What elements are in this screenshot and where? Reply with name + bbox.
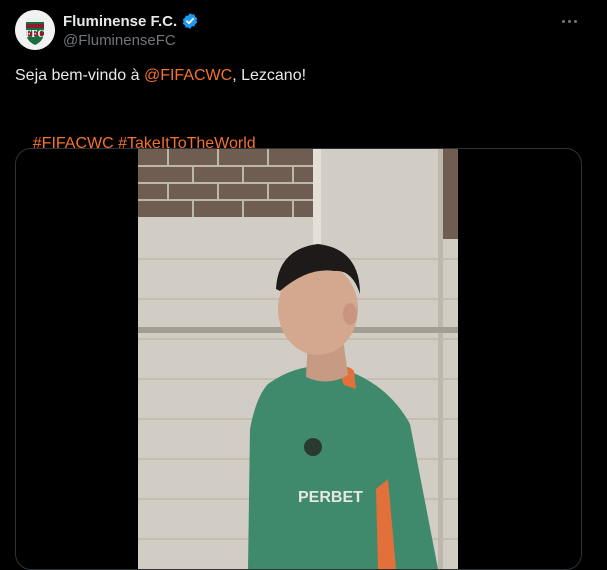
video-still-image: PERBET bbox=[138, 149, 458, 569]
usa-flag-icon bbox=[359, 69, 379, 83]
hungary-flag-icon bbox=[336, 69, 356, 83]
tweet-text: Seja bem-vindo à @FIFACWC, Lezcano! bbox=[15, 66, 379, 86]
tweet-text-suffix: , Lezcano! bbox=[232, 67, 311, 84]
name-row: Fluminense F.C. bbox=[63, 12, 199, 30]
tweet-text-prefix: Seja bem-vindo à bbox=[15, 67, 144, 84]
paraguay-flag-icon bbox=[313, 69, 333, 83]
mention-link[interactable]: @FIFACWC bbox=[144, 66, 232, 86]
more-options-icon[interactable] bbox=[559, 12, 579, 30]
video-frame[interactable]: PERBET bbox=[138, 149, 458, 569]
fluminense-crest-icon: FFC bbox=[15, 10, 55, 50]
display-name[interactable]: Fluminense F.C. bbox=[63, 13, 177, 30]
video-player[interactable]: PERBET bbox=[15, 148, 582, 570]
shirt-sponsor-text: PERBET bbox=[298, 489, 363, 506]
handle[interactable]: @FluminenseFC bbox=[63, 32, 176, 49]
verified-badge-icon bbox=[183, 13, 198, 29]
avatar[interactable]: FFC bbox=[15, 10, 55, 50]
svg-text:FFC: FFC bbox=[25, 29, 44, 40]
tweet-card: FFC Fluminense F.C. @FluminenseFC Seja b… bbox=[0, 0, 607, 570]
